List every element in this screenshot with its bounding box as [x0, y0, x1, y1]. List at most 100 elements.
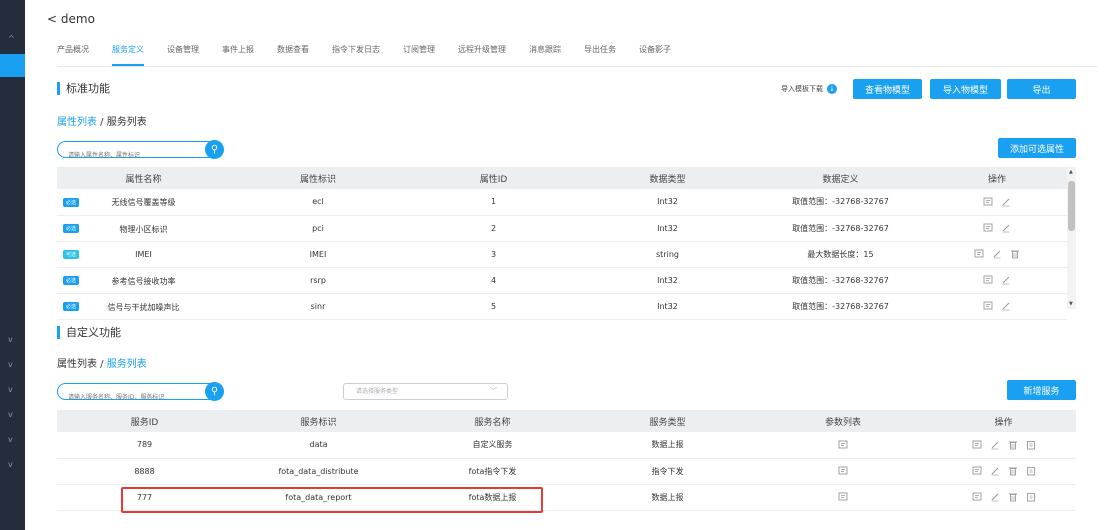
service-ident: data	[232, 432, 405, 459]
property-ident: pci	[230, 215, 406, 242]
chevron-up-icon[interactable]: ^	[8, 34, 15, 43]
view-icon[interactable]	[972, 492, 982, 502]
data-definition: 取值范围：-32768-32767	[754, 267, 927, 294]
tab-item[interactable]: 指令下发日志	[332, 44, 380, 66]
delete-icon[interactable]	[1008, 466, 1018, 476]
service-type-select[interactable]: 请选择服务类型 ﹀	[343, 383, 508, 400]
view-icon[interactable]	[838, 466, 848, 476]
actions-cell	[927, 267, 1067, 294]
service-ident: fota_data_report	[232, 484, 405, 511]
view-icon[interactable]	[972, 466, 982, 476]
tab-item[interactable]: 订阅管理	[403, 44, 435, 66]
service-name: 自定义服务	[405, 432, 580, 459]
actions-cell	[931, 432, 1076, 459]
property-name-cell: 必选 参考信号接收功率	[57, 267, 230, 294]
chevron-down-icon[interactable]: v	[8, 460, 13, 469]
tab-item[interactable]: 设备管理	[167, 44, 199, 66]
service-id: 789	[57, 432, 232, 459]
edit-icon[interactable]	[1001, 301, 1011, 311]
crumb-properties[interactable]: 属性列表	[57, 359, 97, 370]
param-list-cell	[755, 432, 931, 459]
import-template-download[interactable]: 导入模板下载 ↓	[781, 84, 837, 94]
view-icon[interactable]	[983, 197, 993, 207]
column-header: 服务名称	[405, 410, 580, 432]
custom-section-title: 自定义功能	[57, 326, 121, 339]
edit-icon[interactable]	[1001, 275, 1011, 285]
property-search-input[interactable]	[58, 148, 198, 163]
view-icon[interactable]	[838, 440, 848, 450]
service-type-placeholder: 请选择服务类型	[356, 388, 399, 395]
table-row: 必选 参考信号接收功率 rsrp 4 Int32 取值范围：-32768-32767	[57, 267, 1067, 294]
data-type: string	[581, 241, 754, 268]
tab-item[interactable]: 设备影子	[639, 44, 671, 66]
chevron-down-icon[interactable]: v	[8, 335, 13, 344]
copy-icon[interactable]	[1026, 440, 1036, 450]
edit-icon[interactable]	[1001, 197, 1011, 207]
property-ident: ecl	[230, 189, 406, 216]
service-type: 数据上报	[580, 432, 755, 459]
data-definition: 取值范围：-32768-32767	[754, 215, 927, 242]
scroll-thumb[interactable]	[1068, 181, 1075, 231]
sidebar-selected-item[interactable]	[0, 54, 25, 77]
property-name-cell: 必选 无线信号覆盖等级	[57, 189, 230, 216]
tab-item[interactable]: 事件上报	[222, 44, 254, 66]
chevron-down-icon[interactable]: v	[8, 360, 13, 369]
property-ident: IMEI	[230, 241, 406, 268]
tab-item[interactable]: 消息跟踪	[529, 44, 561, 66]
tab-item[interactable]: 服务定义	[112, 44, 144, 66]
export-button[interactable]: 导出	[1007, 79, 1076, 99]
tab-item[interactable]: 导出任务	[584, 44, 616, 66]
delete-icon[interactable]	[1008, 492, 1018, 502]
delete-icon[interactable]	[1008, 440, 1018, 450]
back-link[interactable]: < demo	[47, 12, 95, 26]
column-header: 服务标识	[232, 410, 405, 432]
view-icon[interactable]	[838, 492, 848, 502]
service-type: 数据上报	[580, 484, 755, 511]
scroll-down-icon[interactable]: ▼	[1069, 301, 1073, 307]
chevron-down-icon[interactable]: v	[8, 435, 13, 444]
property-name: 物理小区标识	[119, 224, 168, 234]
view-icon[interactable]	[983, 301, 993, 311]
view-icon[interactable]	[972, 440, 982, 450]
scroll-up-icon[interactable]: ▲	[1069, 169, 1073, 175]
delete-icon[interactable]	[1010, 249, 1020, 259]
view-model-button[interactable]: 查看物模型	[853, 79, 922, 99]
chevron-down-icon: ﹀	[490, 387, 497, 395]
crumb-properties-link[interactable]: 属性列表	[57, 117, 97, 128]
crumb-services-link[interactable]: 服务列表	[107, 359, 147, 370]
copy-icon[interactable]	[1026, 466, 1036, 476]
download-icon: ↓	[827, 84, 837, 94]
tab-item[interactable]: 产品概况	[57, 44, 89, 66]
data-definition: 最大数据长度：15	[754, 241, 927, 268]
add-optional-property-button[interactable]: 添加可选属性	[998, 138, 1076, 158]
chevron-left-icon: <	[47, 12, 61, 26]
property-id: 2	[406, 215, 581, 242]
edit-icon[interactable]	[1001, 223, 1011, 233]
add-service-button[interactable]: 新增服务	[1007, 380, 1076, 400]
table-scrollbar[interactable]: ▲ ▼	[1067, 167, 1076, 309]
crumb-services[interactable]: 服务列表	[107, 117, 147, 128]
table-row: 必选 物理小区标识 pci 2 Int32 取值范围：-32768-32767	[57, 215, 1067, 242]
property-name-cell: 必选 信号与干扰加噪声比	[57, 293, 230, 320]
column-header: 操作	[931, 410, 1076, 432]
search-icon[interactable]: ⚲	[205, 382, 224, 401]
edit-icon[interactable]	[990, 466, 1000, 476]
view-icon[interactable]	[983, 275, 993, 285]
chevron-down-icon[interactable]: v	[8, 385, 13, 394]
chevron-down-icon[interactable]: v	[8, 410, 13, 419]
service-id: 8888	[57, 458, 232, 485]
search-icon[interactable]: ⚲	[205, 140, 224, 159]
property-ident: sinr	[230, 293, 406, 320]
import-model-button[interactable]: 导入物模型	[930, 79, 1001, 99]
edit-icon[interactable]	[990, 440, 1000, 450]
crumb-separator: /	[97, 359, 107, 370]
service-search-input[interactable]	[58, 390, 198, 405]
copy-icon[interactable]	[1026, 492, 1036, 502]
view-icon[interactable]	[983, 223, 993, 233]
edit-icon[interactable]	[990, 492, 1000, 502]
data-type: Int32	[581, 267, 754, 294]
tab-item[interactable]: 远程升级管理	[458, 44, 506, 66]
view-icon[interactable]	[974, 249, 984, 259]
tab-item[interactable]: 数据查看	[277, 44, 309, 66]
edit-icon[interactable]	[992, 249, 1002, 259]
